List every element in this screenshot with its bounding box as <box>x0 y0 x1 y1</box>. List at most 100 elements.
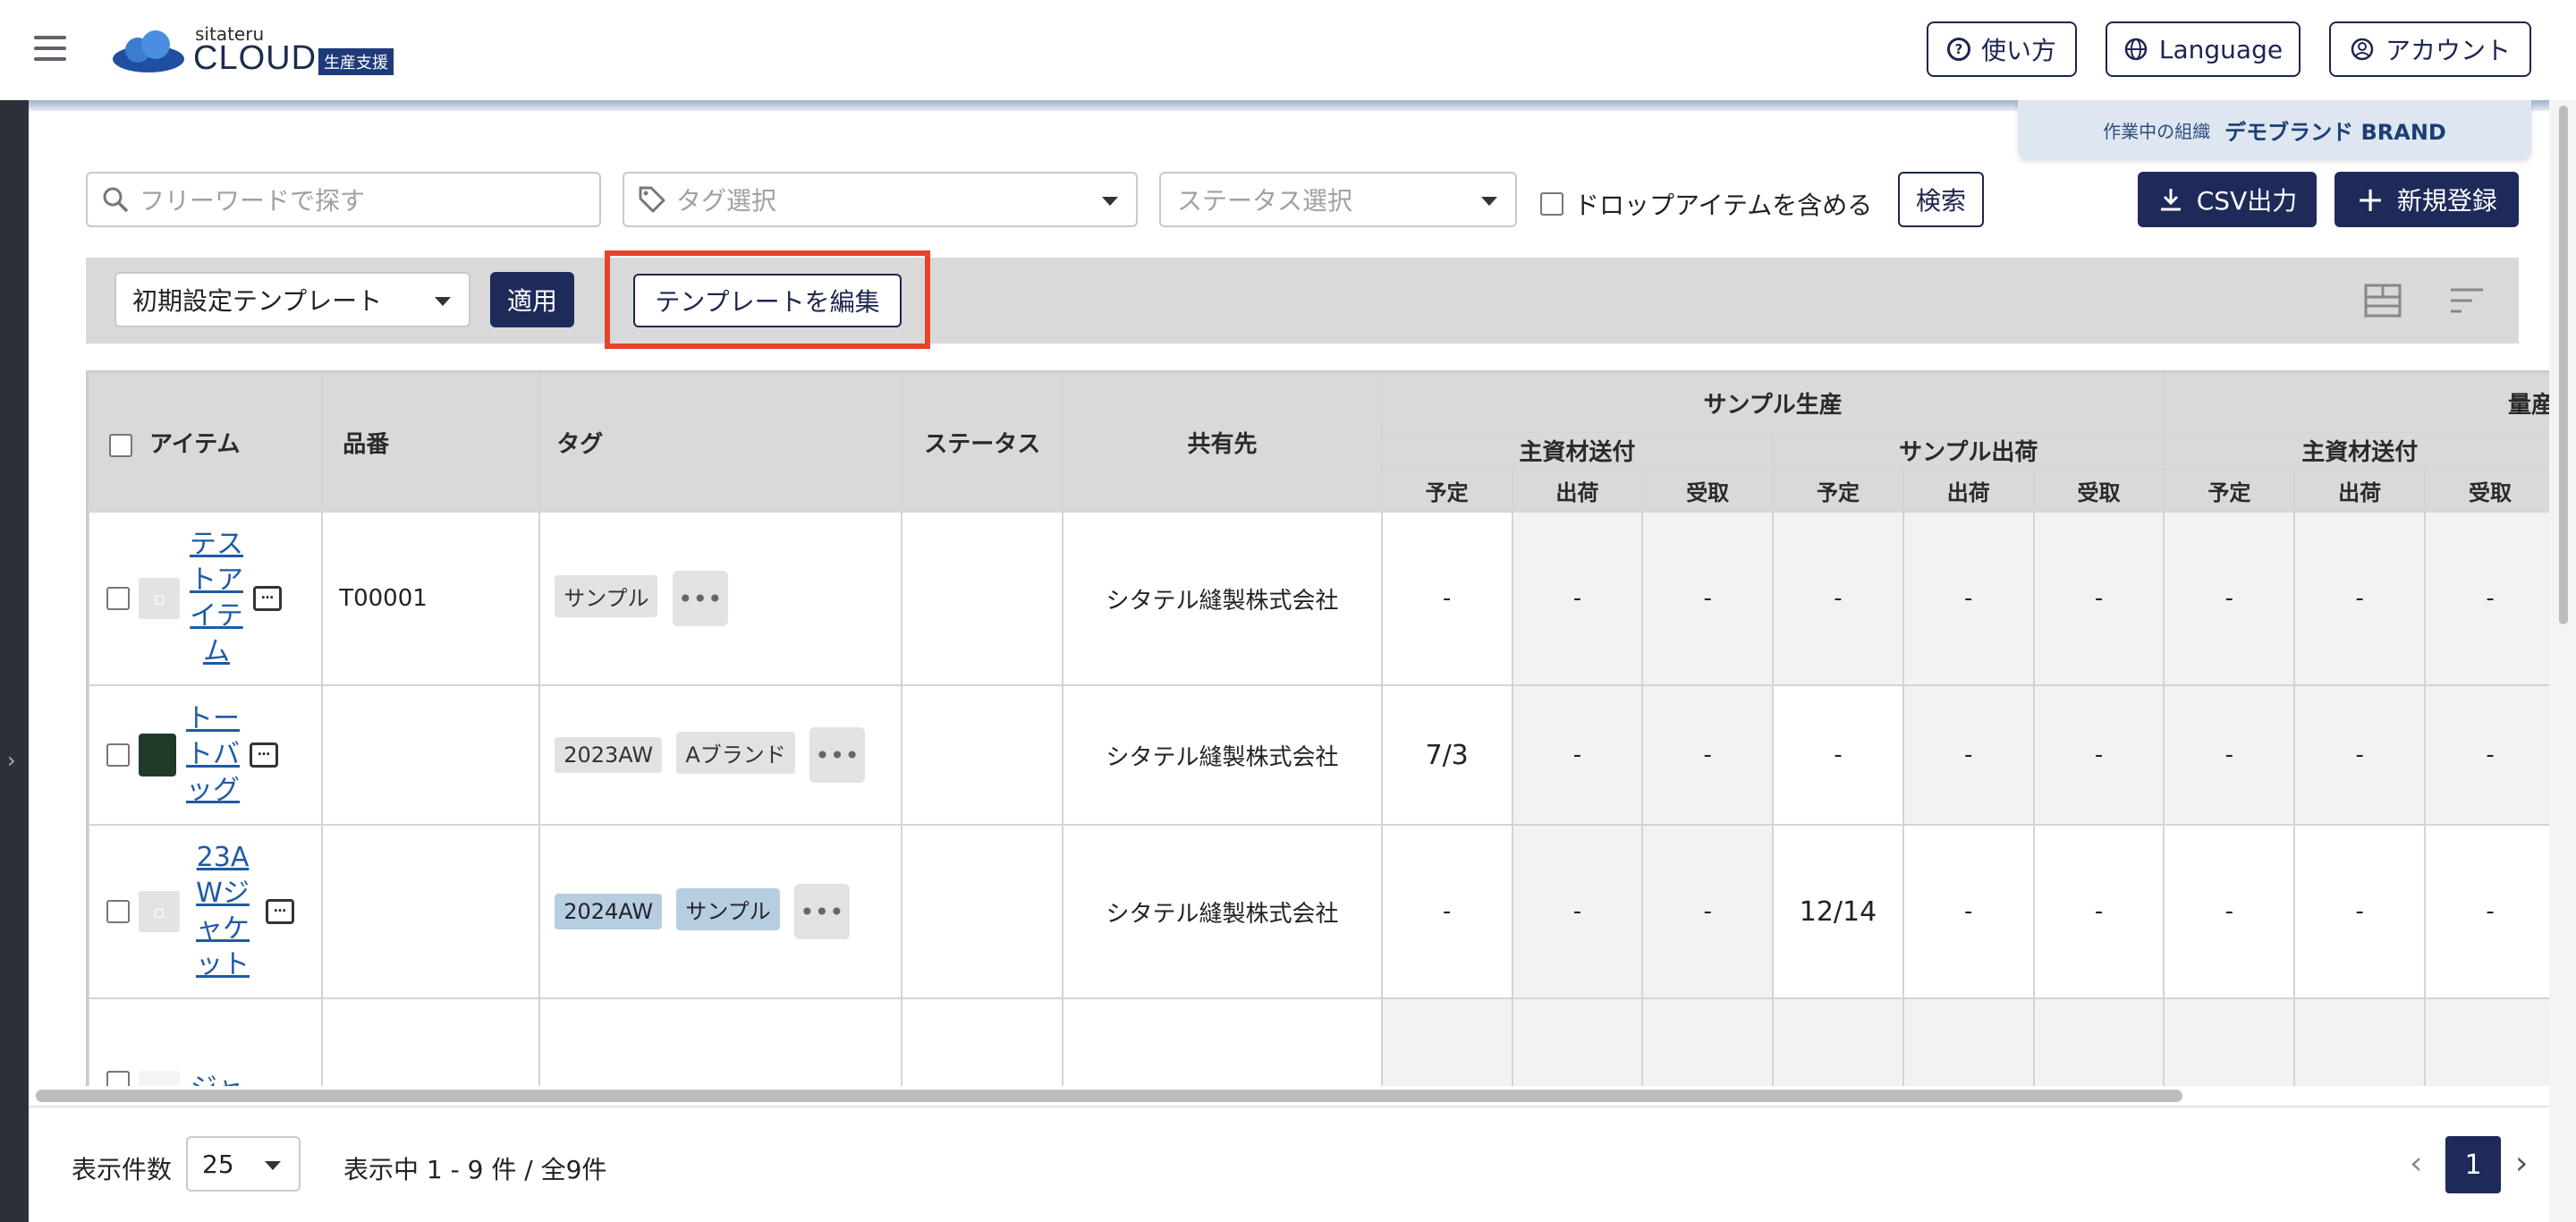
new-registration-button[interactable]: + 新規登録 <box>2334 172 2519 227</box>
more-tags-button[interactable]: ••• <box>809 727 866 783</box>
comment-icon[interactable]: … <box>266 899 294 924</box>
logo-badge: 生産支援 <box>318 48 394 75</box>
tag-select[interactable]: タグ選択 <box>623 172 1138 227</box>
item-link[interactable]: 23AWジャケット <box>189 840 257 983</box>
table-row[interactable]: ▫ テストアイテム … T00001 サンプル ••• シタテル縫製株式会社 -… <box>88 511 2549 686</box>
checkbox-box[interactable] <box>1540 192 1563 216</box>
date-cell[interactable] <box>2032 997 2165 1086</box>
date-cell[interactable]: - <box>2032 824 2165 999</box>
app-logo[interactable]: sitateru CLOUD 生産支援 <box>111 23 406 77</box>
item-link[interactable]: トートバッグ <box>185 701 241 809</box>
search-button[interactable]: 検索 <box>1898 172 1984 227</box>
date-cell[interactable]: - <box>1641 684 1775 826</box>
date-cell[interactable]: 7/3 <box>1380 684 1513 826</box>
date-cell[interactable] <box>2163 997 2296 1086</box>
more-tags-button[interactable]: ••• <box>672 571 728 626</box>
globe-icon <box>2124 38 2148 61</box>
date-cell[interactable] <box>1511 997 1644 1086</box>
date-cell[interactable]: - <box>2424 824 2549 999</box>
search-input[interactable]: フリーワードで探す <box>86 172 601 227</box>
row-checkbox[interactable] <box>106 1071 130 1086</box>
date-cell[interactable]: - <box>1641 511 1775 686</box>
row-checkbox[interactable] <box>106 587 130 610</box>
account-button[interactable]: アカウント <box>2329 21 2531 77</box>
date-cell[interactable]: - <box>1772 511 1904 686</box>
menu-icon[interactable] <box>34 36 66 63</box>
date-cell[interactable]: - <box>2424 511 2549 686</box>
help-icon: ? <box>1946 38 1970 61</box>
app-header: sitateru CLOUD 生産支援 ? 使い方 Language アカウント <box>0 0 2576 100</box>
date-cell[interactable]: - <box>2293 824 2427 999</box>
sidebar-collapsed[interactable]: › <box>0 100 29 1222</box>
chevron-right-icon[interactable]: › <box>7 748 16 773</box>
date-cell[interactable] <box>2424 997 2549 1086</box>
highlight-box <box>605 250 930 349</box>
language-button[interactable]: Language <box>2106 21 2301 77</box>
column-header-share[interactable]: 共有先 <box>1062 372 1383 513</box>
date-cell[interactable]: - <box>2163 824 2296 999</box>
item-link[interactable]: テストアイテム <box>189 527 244 670</box>
comment-icon[interactable]: … <box>250 743 278 768</box>
row-checkbox[interactable] <box>106 743 130 767</box>
vertical-scrollbar[interactable] <box>2559 106 2568 624</box>
header-item-label: アイテム <box>149 431 241 458</box>
apply-button[interactable]: 適用 <box>490 272 574 327</box>
page-button-current[interactable]: 1 <box>2445 1136 2501 1193</box>
date-cell[interactable]: - <box>1511 684 1644 826</box>
chevron-right-icon[interactable]: › <box>2515 1145 2528 1182</box>
date-cell[interactable]: - <box>2293 511 2427 686</box>
date-cell[interactable]: - <box>2293 684 2427 826</box>
date-cell[interactable]: - <box>1511 824 1644 999</box>
date-cell[interactable]: - <box>2163 511 2296 686</box>
col-planned: 予定 <box>1380 468 1513 513</box>
select-all-checkbox[interactable] <box>109 433 132 457</box>
chevron-left-icon[interactable]: ‹ <box>2410 1145 2422 1182</box>
date-cell[interactable]: - <box>1380 824 1513 999</box>
per-page-select[interactable]: 25 <box>186 1136 301 1192</box>
col-ship: 出荷 <box>1902 468 2035 513</box>
date-cell[interactable]: - <box>1641 824 1775 999</box>
date-cell[interactable]: - <box>2032 684 2165 826</box>
horizontal-scrollbar[interactable] <box>36 1090 2182 1102</box>
date-cell[interactable] <box>1772 997 1904 1086</box>
date-cell[interactable] <box>1380 997 1513 1086</box>
column-header-code[interactable]: 品番 <box>321 372 541 513</box>
date-cell[interactable]: - <box>1902 684 2035 826</box>
item-link[interactable]: ジャ <box>189 1071 244 1086</box>
table-row[interactable]: ジャ <box>88 997 2549 1086</box>
csv-export-button[interactable]: CSV出力 <box>2138 172 2317 227</box>
help-button[interactable]: ? 使い方 <box>1927 21 2077 77</box>
new-label: 新規登録 <box>2396 186 2497 216</box>
date-cell[interactable]: - <box>1511 511 1644 686</box>
date-cell[interactable]: - <box>1772 684 1904 826</box>
date-cell[interactable]: - <box>1902 511 2035 686</box>
row-checkbox[interactable] <box>106 900 130 923</box>
col-receive: 受取 <box>2032 468 2165 513</box>
item-thumbnail: ▫ <box>139 891 180 932</box>
status-select[interactable]: ステータス選択 <box>1159 172 1517 227</box>
date-cell[interactable]: - <box>2424 684 2549 826</box>
date-cell[interactable]: 12/14 <box>1772 824 1904 999</box>
date-cell[interactable] <box>1641 997 1775 1086</box>
drop-items-checkbox[interactable]: ドロップアイテムを含める <box>1540 186 1872 222</box>
template-select[interactable]: 初期設定テンプレート <box>114 272 470 327</box>
comment-icon[interactable]: … <box>253 586 282 611</box>
date-cell[interactable] <box>1902 997 2035 1086</box>
date-cell[interactable] <box>2293 997 2427 1086</box>
template-selected: 初期設定テンプレート <box>132 286 383 316</box>
column-header-status[interactable]: ステータス <box>901 372 1064 513</box>
table-layout-icon[interactable] <box>2363 283 2402 318</box>
column-header-item[interactable]: アイテム <box>88 372 324 513</box>
group-header-sample: サンプル生産 <box>1380 372 2165 433</box>
table-row[interactable]: ▫ 23AWジャケット … 2024AW サンプル ••• シタテル縫製株式会社… <box>88 824 2549 999</box>
date-cell[interactable]: - <box>1380 511 1513 686</box>
table-row[interactable]: トートバッグ … 2023AW Aブランド ••• シタテル縫製株式会社 7/3… <box>88 684 2549 826</box>
share-cell: シタテル縫製株式会社 <box>1062 684 1383 826</box>
more-tags-button[interactable]: ••• <box>793 884 850 939</box>
date-cell[interactable]: - <box>2032 511 2165 686</box>
download-icon <box>2160 189 2181 211</box>
date-cell[interactable]: - <box>1902 824 2035 999</box>
column-header-tag[interactable]: タグ <box>538 372 903 513</box>
sort-icon[interactable] <box>2449 286 2485 315</box>
date-cell[interactable]: - <box>2163 684 2296 826</box>
